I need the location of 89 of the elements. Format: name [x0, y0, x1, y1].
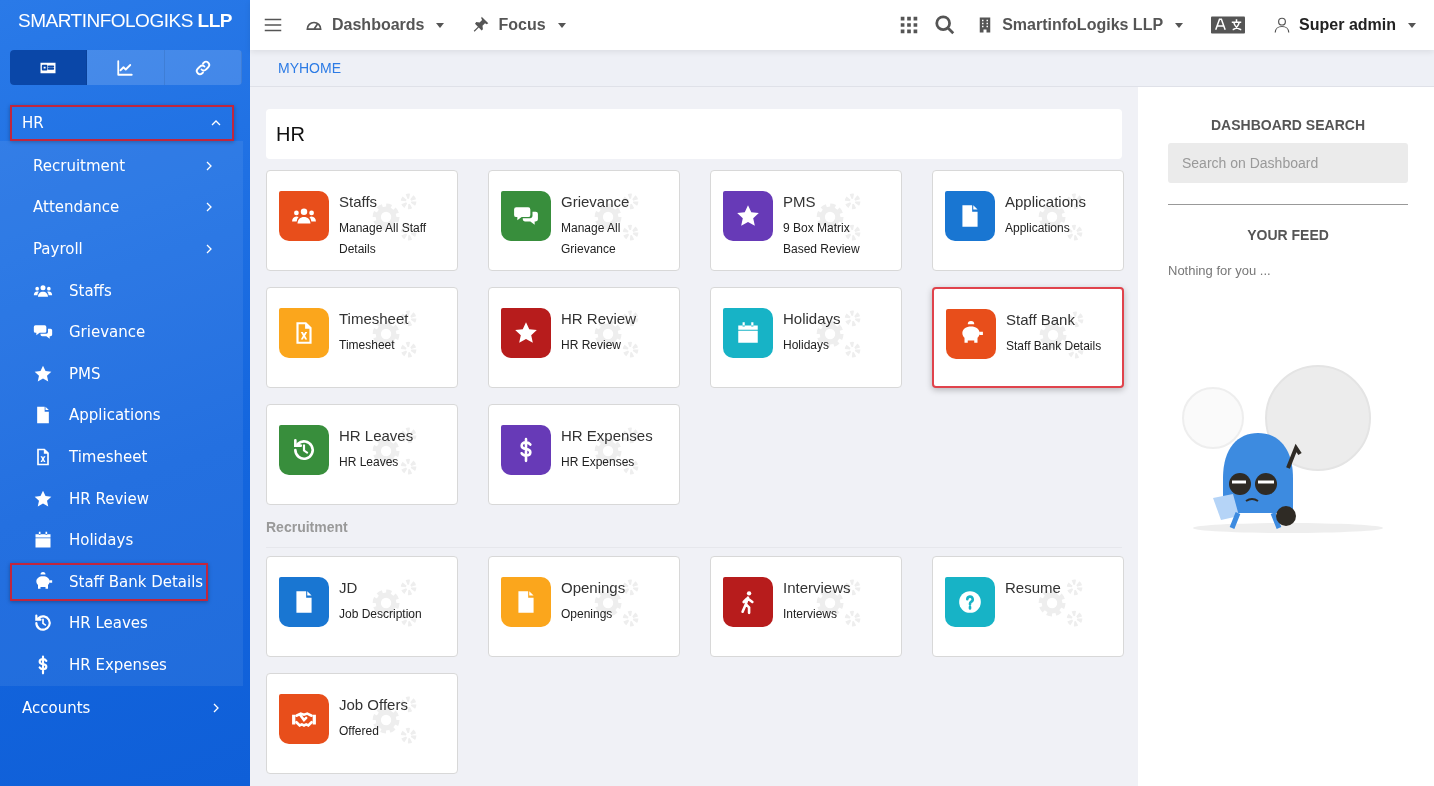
feed-heading: YOUR FEED: [1246, 227, 1330, 243]
section-header: HR: [266, 109, 1122, 159]
chart-line-icon: [116, 58, 135, 77]
card-description: Staff Bank Details: [1006, 338, 1103, 355]
user-dropdown[interactable]: Super admin: [1267, 16, 1422, 34]
nav-dropdown[interactable]: Focus: [464, 15, 572, 35]
question-icon: [957, 589, 983, 615]
caret-icon: [436, 22, 445, 28]
piggy-bank-icon: [33, 571, 53, 592]
submenu-link[interactable]: HR Leaves: [0, 602, 243, 645]
dashboard-card[interactable]: PMS 9 Box Matrix Based Review: [710, 170, 902, 271]
dashboard-card[interactable]: Interviews Interviews: [710, 556, 902, 657]
section-title: Recruitment: [266, 505, 1122, 548]
dashboard-card[interactable]: JD Job Description: [266, 556, 458, 657]
card-description: HR Leaves: [339, 454, 400, 471]
dashboard-card[interactable]: Applications Applications: [932, 170, 1124, 271]
caret-icon: [1408, 22, 1416, 28]
dashboard-card[interactable]: Openings Openings: [488, 556, 680, 657]
star-icon: [735, 203, 761, 229]
card-description: 9 Box Matrix Based Review: [783, 220, 861, 258]
menu-item[interactable]: HR: [10, 105, 234, 141]
submenu-link[interactable]: HR Review: [0, 477, 243, 520]
card-description: HR Expenses: [561, 454, 636, 471]
card-title: Resume: [1005, 579, 1062, 596]
calendar-icon: [735, 320, 761, 346]
card-description: Holidays: [783, 337, 831, 354]
card-description: Applications: [1005, 220, 1071, 237]
company-dropdown[interactable]: SmartinfoLogiks LLP: [970, 16, 1190, 34]
user-icon: [1273, 16, 1292, 34]
card-title: Staffs: [339, 193, 379, 210]
breadcrumb-link[interactable]: MYHOME: [278, 60, 341, 76]
card-title: HR Review: [561, 310, 637, 327]
card-description: Manage All Grievance: [561, 220, 622, 258]
card-description: HR Review: [561, 337, 622, 354]
card-title: JD: [339, 579, 359, 596]
submenu-link[interactable]: Staffs: [0, 269, 243, 312]
card-title: Openings: [561, 579, 627, 596]
star-icon: [513, 320, 539, 346]
empty-feed-text: Nothing for you ...: [1168, 263, 1272, 278]
submenu-link[interactable]: Timesheet: [0, 436, 243, 478]
card-title: Applications: [1005, 193, 1087, 210]
dashboard-card[interactable]: HR Expenses HR Expenses: [488, 404, 680, 505]
history-icon: [33, 613, 53, 634]
submenu-link[interactable]: Grievance: [0, 311, 243, 353]
submenu-item[interactable]: Attendance: [0, 186, 243, 229]
dashboard-card[interactable]: HR Leaves HR Leaves: [266, 404, 458, 505]
card-title: Interviews: [783, 579, 852, 596]
dashboard-search-field[interactable]: Search on Dashboard: [1168, 143, 1408, 183]
card-description: Manage All Staff Details: [339, 220, 428, 258]
card-title: Grievance: [561, 193, 631, 210]
dashboard-card[interactable]: Grievance Manage All Grievance: [488, 170, 680, 271]
dashboard-card[interactable]: HR Review HR Review: [488, 287, 680, 388]
dashboard-card[interactable]: Job Offers Offered: [266, 673, 458, 774]
submenu-item[interactable]: Recruitment: [0, 145, 243, 187]
submenu-item[interactable]: Payroll: [0, 228, 243, 270]
dashboard-card[interactable]: Staff Bank Staff Bank Details: [932, 287, 1124, 388]
submenu-link[interactable]: PMS: [0, 352, 243, 395]
caret-icon: [1175, 22, 1184, 28]
dashboard-card[interactable]: Timesheet Timesheet: [266, 287, 458, 388]
submenu-link[interactable]: HR Expenses: [0, 644, 243, 686]
card-description: Job Description: [339, 606, 423, 623]
link-icon: [193, 58, 212, 77]
submenu-link[interactable]: Applications: [0, 394, 243, 437]
submenu-link[interactable]: Holidays: [0, 519, 243, 561]
dashboard-card[interactable]: Holidays Holidays: [710, 287, 902, 388]
menu-item[interactable]: Accounts: [10, 689, 234, 726]
card-title: Staff Bank: [1006, 311, 1076, 328]
card-description: Offered: [339, 723, 380, 740]
card-description: Interviews: [783, 606, 839, 623]
translate-icon[interactable]: [1211, 14, 1246, 36]
caret-icon: [557, 22, 566, 28]
card-description: Openings: [561, 606, 614, 623]
card-title: HR Leaves: [339, 427, 415, 444]
card-title: Timesheet: [339, 310, 410, 327]
card-description: Timesheet: [339, 337, 396, 354]
sidebar-tab[interactable]: [10, 50, 88, 85]
card-title: HR Expenses: [561, 427, 654, 444]
search-icon[interactable]: [934, 14, 957, 36]
history-icon: [291, 437, 317, 463]
brand-logo: SMARTINFOLOGIKS LLP: [18, 10, 232, 31]
card-title: PMS: [783, 193, 817, 210]
dashboard-card[interactable]: Staffs Manage All Staff Details: [266, 170, 458, 271]
dashboard-card[interactable]: Resume: [932, 556, 1124, 657]
search-heading: DASHBOARD SEARCH: [1210, 117, 1366, 133]
nav-dropdown[interactable]: Dashboards: [298, 15, 451, 35]
card-title: Job Offers: [339, 696, 409, 713]
submenu-link[interactable]: Staff Bank Details: [10, 562, 208, 601]
calendar-icon: [33, 530, 53, 551]
card-title: Holidays: [783, 310, 842, 327]
